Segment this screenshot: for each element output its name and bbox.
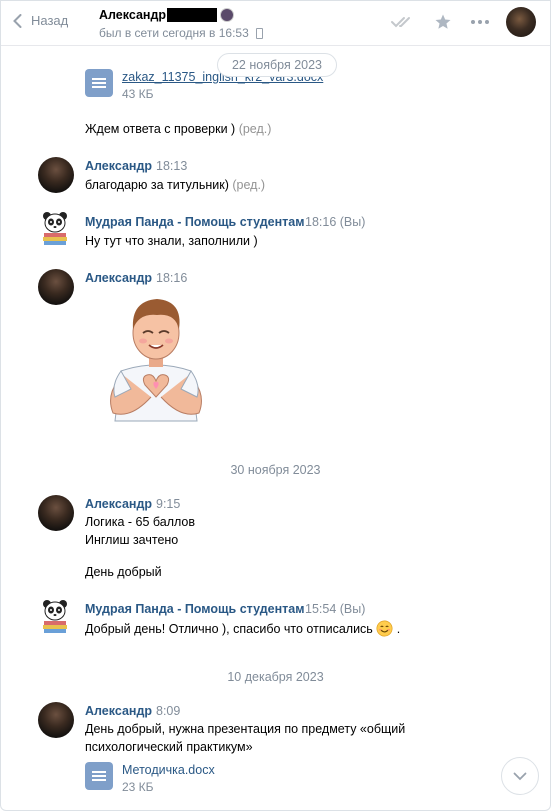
file-size: 43 КБ <box>122 87 154 101</box>
status-emoji-icon <box>220 8 235 22</box>
chat-header: Назад Александр был в сети сегодня в 16:… <box>1 1 550 46</box>
redaction-bar <box>167 8 218 22</box>
message-time[interactable]: 18:16 <box>156 271 187 285</box>
message-time[interactable]: 8:09 <box>156 704 180 718</box>
date-separator: 30 ноября 2023 <box>230 463 321 477</box>
file-link[interactable]: Методичка.docx <box>122 763 215 777</box>
message-author[interactable]: Александр <box>85 497 152 511</box>
panda-avatar[interactable] <box>40 211 70 245</box>
edited-mark: (ред.) <box>238 122 272 136</box>
message-text: День добрый, нужна презентация по предме… <box>85 722 406 736</box>
back-button[interactable]: Назад <box>13 13 68 28</box>
message-text: Инглиш зачтено <box>85 533 179 547</box>
message-author[interactable]: Александр <box>85 159 152 173</box>
mobile-icon <box>255 27 263 39</box>
panda-avatar[interactable] <box>40 599 70 633</box>
more-icon[interactable] <box>470 19 490 25</box>
star-icon[interactable] <box>434 13 452 31</box>
message-text: Ждем ответа с проверки ) (ред.) <box>85 120 271 138</box>
message-text: День добрый <box>85 565 162 579</box>
file-size: 23 КБ <box>122 780 154 794</box>
scroll-down-button[interactable] <box>501 757 539 795</box>
message-body: благодарю за титульник) <box>85 178 229 192</box>
message-author[interactable]: Мудрая Панда - Помощь студентам <box>85 602 304 616</box>
edited-mark: (ред.) <box>232 178 266 192</box>
header-actions <box>372 7 536 37</box>
online-status-text: был в сети сегодня в 16:53 <box>99 26 249 40</box>
message-text: благодарю за титульник) (ред.) <box>85 176 265 194</box>
message-time[interactable]: 18:16 (Вы) <box>305 215 365 229</box>
message-author[interactable]: Александр <box>85 704 152 718</box>
smile-emoji-icon <box>376 620 393 637</box>
back-label: Назад <box>31 13 69 28</box>
avatar[interactable] <box>38 702 74 738</box>
header-avatar[interactable] <box>506 7 536 37</box>
message-text: Логика - 65 баллов <box>85 515 196 529</box>
date-pill: 22 ноября 2023 <box>217 53 337 77</box>
document-icon[interactable] <box>85 762 113 790</box>
avatar[interactable] <box>38 269 74 305</box>
chevron-left-icon <box>13 13 22 28</box>
message-body: Добрый день! Отлично ), спасибо что отпи… <box>85 622 373 636</box>
message-text: Добрый день! Отлично ), спасибо что отпи… <box>85 620 401 637</box>
message-body: Ждем ответа с проверки ) <box>85 122 236 136</box>
online-status: был в сети сегодня в 16:53 <box>99 26 263 40</box>
message-time[interactable]: 9:15 <box>156 497 180 511</box>
chat-window: Назад Александр был в сети сегодня в 16:… <box>0 0 551 811</box>
heart-hands-sticker[interactable] <box>101 293 211 423</box>
message-text: психологический практикум» <box>85 740 253 754</box>
contact-name-text: Александр <box>99 8 167 22</box>
message-time[interactable]: 18:13 <box>156 159 187 173</box>
message-text: Ну тут что знали, заполнили ) <box>85 234 258 248</box>
message-time[interactable]: 15:54 (Вы) <box>305 602 365 616</box>
message-author[interactable]: Александр <box>85 271 152 285</box>
avatar[interactable] <box>38 495 74 531</box>
message-author[interactable]: Мудрая Панда - Помощь студентам <box>85 215 304 229</box>
double-check-icon[interactable] <box>390 15 416 29</box>
contact-name[interactable]: Александр <box>99 8 235 22</box>
chevron-down-icon <box>513 772 527 780</box>
document-icon[interactable] <box>85 69 113 97</box>
avatar[interactable] <box>38 157 74 193</box>
date-separator: 10 декабря 2023 <box>227 670 324 684</box>
